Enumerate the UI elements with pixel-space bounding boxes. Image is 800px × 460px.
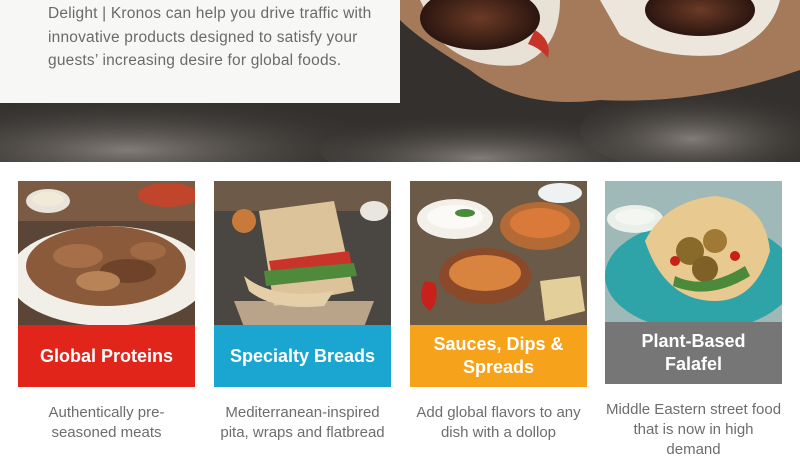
category-card-global-proteins[interactable]: Global Proteins Authentically pre-season…	[18, 181, 195, 450]
category-card-plant-based-falafel[interactable]: Plant-Based Falafel Middle Eastern stree…	[605, 181, 782, 458]
card-photo	[410, 181, 587, 327]
category-card-sauces-dips-spreads[interactable]: Sauces, Dips & Spreads Add global flavor…	[410, 181, 587, 450]
specialty-breads-image	[214, 181, 391, 327]
sauces-dips-spreads-image	[410, 181, 587, 327]
card-description: Authentically pre-seasoned meats	[48, 404, 165, 441]
card-description: Mediterranean-inspired pita, wraps and f…	[220, 404, 385, 441]
card-title[interactable]: Sauces, Dips & Spreads	[420, 333, 577, 379]
card-photo	[214, 181, 391, 327]
hero-banner: Delight | Kronos can help you drive traf…	[0, 0, 800, 162]
hero-text-panel: Delight | Kronos can help you drive traf…	[0, 0, 400, 103]
card-description: Middle Eastern street food that is now i…	[605, 401, 782, 458]
category-card-specialty-breads[interactable]: Specialty Breads Mediterranean-inspired …	[214, 181, 391, 450]
card-title-button[interactable]: Plant-Based Falafel	[605, 322, 782, 384]
card-title[interactable]: Plant-Based Falafel	[615, 330, 772, 376]
card-title-button[interactable]: Sauces, Dips & Spreads	[410, 325, 587, 387]
plant-based-falafel-image	[605, 181, 782, 327]
global-proteins-image	[18, 181, 195, 327]
card-photo	[605, 181, 782, 327]
card-title-button[interactable]: Global Proteins	[18, 325, 195, 387]
card-photo	[18, 181, 195, 327]
card-title[interactable]: Global Proteins	[40, 345, 173, 368]
hero-description: Delight | Kronos can help you drive traf…	[48, 5, 372, 69]
card-description: Add global flavors to any dish with a do…	[416, 404, 581, 441]
card-title-button[interactable]: Specialty Breads	[214, 325, 391, 387]
card-title[interactable]: Specialty Breads	[230, 345, 375, 368]
